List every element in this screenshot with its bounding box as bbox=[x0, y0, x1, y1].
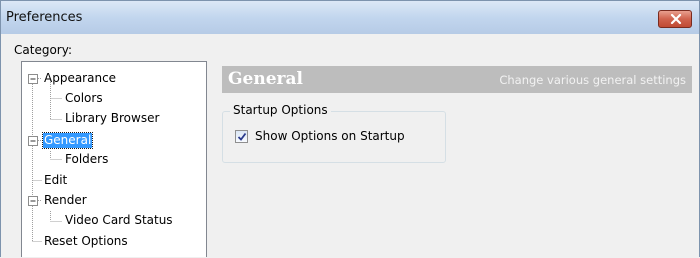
show-options-label[interactable]: Show Options on Startup bbox=[255, 129, 405, 143]
collapse-icon-appearance bbox=[28, 74, 38, 84]
tree-item-reset-options[interactable]: Reset Options bbox=[44, 234, 128, 249]
startup-options-label: Startup Options bbox=[230, 103, 331, 117]
tree-item-general[interactable]: General bbox=[41, 132, 94, 149]
collapse-icon-general bbox=[28, 136, 38, 146]
category-label: Category: bbox=[14, 43, 72, 57]
category-tree[interactable]: Appearance Colors Library Browser Genera… bbox=[21, 61, 207, 257]
checkmark-icon bbox=[237, 132, 247, 141]
page-subtitle: Change various general settings bbox=[499, 73, 686, 87]
close-button[interactable] bbox=[658, 10, 692, 28]
show-options-checkbox[interactable] bbox=[235, 130, 248, 143]
page-header-banner: General Change various general settings bbox=[222, 66, 692, 93]
tree-item-video-card-status[interactable]: Video Card Status bbox=[65, 213, 173, 228]
tree-item-folders[interactable]: Folders bbox=[65, 152, 108, 167]
tree-item-colors[interactable]: Colors bbox=[65, 91, 103, 106]
close-x-icon bbox=[670, 14, 682, 24]
tree-item-render[interactable]: Render bbox=[44, 193, 87, 208]
title-bar[interactable]: Preferences bbox=[1, 1, 699, 34]
tree-item-library-browser[interactable]: Library Browser bbox=[65, 111, 159, 126]
collapse-icon-render bbox=[28, 196, 38, 206]
tree-lines bbox=[28, 74, 62, 242]
page-title: General bbox=[228, 69, 303, 89]
tree-item-edit[interactable]: Edit bbox=[44, 173, 67, 188]
window-title: Preferences bbox=[6, 10, 83, 25]
tree-item-appearance[interactable]: Appearance bbox=[44, 71, 116, 86]
